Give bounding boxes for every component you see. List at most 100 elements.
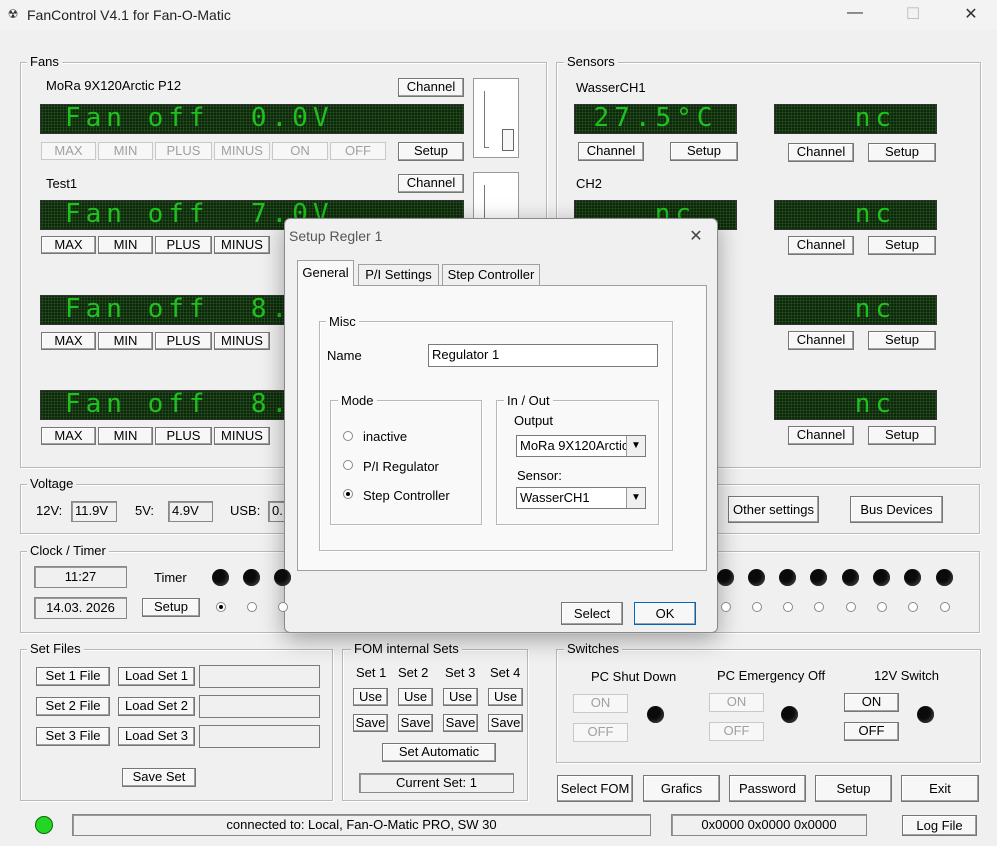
timer-radio[interactable] <box>814 602 824 612</box>
v12-off-button[interactable]: OFF <box>844 722 899 741</box>
sensor1b-setup-button[interactable]: Setup <box>868 143 936 162</box>
mode-pi-label[interactable]: P/I Regulator <box>363 459 439 474</box>
sensor4b-channel-button[interactable]: Channel <box>788 426 854 445</box>
fom-save4-button[interactable]: Save <box>488 714 523 732</box>
fan2-plus-button[interactable]: PLUS <box>155 236 212 254</box>
shutdown-on-button[interactable]: ON <box>573 694 628 713</box>
password-button[interactable]: Password <box>729 775 806 802</box>
fom-save2-button[interactable]: Save <box>398 714 433 732</box>
sensor3b-setup-button[interactable]: Setup <box>868 331 936 350</box>
fan4-minus-button[interactable]: MINUS <box>214 427 270 445</box>
fan1-min-button[interactable]: MIN <box>98 142 153 160</box>
timer-radio[interactable] <box>721 602 731 612</box>
sensor2b-setup-button[interactable]: Setup <box>868 236 936 255</box>
sensor3b-channel-button[interactable]: Channel <box>788 331 854 350</box>
clock-setup-button[interactable]: Setup <box>142 598 200 617</box>
sensor1-setup-button[interactable]: Setup <box>670 142 738 161</box>
fan1-plus-button[interactable]: PLUS <box>155 142 212 160</box>
sensor-select[interactable]: WasserCH1 ▼ <box>516 487 646 509</box>
sensor2b-channel-button[interactable]: Channel <box>788 236 854 255</box>
timer-radio[interactable] <box>877 602 887 612</box>
fom-set-automatic-button[interactable]: Set Automatic <box>382 743 496 762</box>
fan3-max-button[interactable]: MAX <box>41 332 96 350</box>
mode-step-radio[interactable] <box>343 489 353 499</box>
fom-save1-button[interactable]: Save <box>353 714 388 732</box>
fan1-on-button[interactable]: ON <box>272 142 328 160</box>
fan1-slider[interactable] <box>473 78 519 158</box>
set1-path[interactable] <box>199 665 320 688</box>
sensor1b-channel-button[interactable]: Channel <box>788 143 854 162</box>
fan4-plus-button[interactable]: PLUS <box>155 427 212 445</box>
timer-radio[interactable] <box>783 602 793 612</box>
exit-button[interactable]: Exit <box>901 775 979 802</box>
mode-pi-radio[interactable] <box>343 460 353 470</box>
timer-radio[interactable] <box>278 602 288 612</box>
mode-inactive-radio[interactable] <box>343 431 353 441</box>
tab-general[interactable]: General <box>297 260 354 286</box>
fan2-slider[interactable] <box>473 172 519 222</box>
shutdown-off-button[interactable]: OFF <box>573 723 628 742</box>
set3-file-button[interactable]: Set 3 File <box>36 727 110 746</box>
bus-devices-button[interactable]: Bus Devices <box>850 496 943 523</box>
dialog-close-icon[interactable]: ✕ <box>685 226 707 246</box>
fan2-max-button[interactable]: MAX <box>41 236 96 254</box>
main-setup-button[interactable]: Setup <box>815 775 892 802</box>
minimize-icon[interactable]: — <box>840 4 870 26</box>
sensor4b-setup-button[interactable]: Setup <box>868 426 936 445</box>
output-select[interactable]: MoRa 9X120Arctic ▼ <box>516 435 646 457</box>
timer-radio[interactable] <box>940 602 950 612</box>
fan1-max-button[interactable]: MAX <box>41 142 96 160</box>
v12-on-button[interactable]: ON <box>844 693 899 712</box>
timer-radio[interactable] <box>752 602 762 612</box>
fan1-setup-button[interactable]: Setup <box>398 142 464 161</box>
timer-radio[interactable] <box>846 602 856 612</box>
chevron-down-icon[interactable]: ▼ <box>626 488 645 508</box>
timer-radio[interactable] <box>908 602 918 612</box>
timer-led <box>212 569 229 586</box>
fom-use4-button[interactable]: Use <box>488 688 523 706</box>
mode-inactive-label[interactable]: inactive <box>363 429 407 444</box>
close-icon[interactable]: ✕ <box>956 4 986 26</box>
log-file-button[interactable]: Log File <box>902 815 977 836</box>
fan2-channel-button[interactable]: Channel <box>398 174 464 193</box>
mode-step-label[interactable]: Step Controller <box>363 488 450 503</box>
set2-file-button[interactable]: Set 2 File <box>36 697 110 716</box>
fan3-plus-button[interactable]: PLUS <box>155 332 212 350</box>
fan1-slider-thumb[interactable] <box>502 129 514 151</box>
load-set1-button[interactable]: Load Set 1 <box>118 667 195 686</box>
fom-save3-button[interactable]: Save <box>443 714 478 732</box>
dialog-ok-button[interactable]: OK <box>634 602 696 625</box>
select-fom-button[interactable]: Select FOM <box>557 775 633 802</box>
name-input[interactable]: Regulator 1 <box>428 344 658 367</box>
load-set2-button[interactable]: Load Set 2 <box>118 697 195 716</box>
fan2-min-button[interactable]: MIN <box>98 236 153 254</box>
fan3-minus-button[interactable]: MINUS <box>214 332 270 350</box>
emergency-on-button[interactable]: ON <box>709 693 764 712</box>
timer-radio[interactable] <box>216 602 226 612</box>
fan4-min-button[interactable]: MIN <box>98 427 153 445</box>
sensor1-channel-button[interactable]: Channel <box>578 142 644 161</box>
tab-pi-settings[interactable]: P/I Settings <box>358 264 439 285</box>
chevron-down-icon[interactable]: ▼ <box>626 436 645 456</box>
dialog-select-button[interactable]: Select <box>561 602 623 625</box>
fan1-channel-button[interactable]: Channel <box>398 78 464 97</box>
fan1-minus-button[interactable]: MINUS <box>214 142 270 160</box>
emergency-off-button[interactable]: OFF <box>709 722 764 741</box>
fom-use1-button[interactable]: Use <box>353 688 388 706</box>
fom-use2-button[interactable]: Use <box>398 688 433 706</box>
fan3-min-button[interactable]: MIN <box>98 332 153 350</box>
fan1-off-button[interactable]: OFF <box>330 142 386 160</box>
set3-path[interactable] <box>199 725 320 748</box>
save-set-button[interactable]: Save Set <box>122 768 196 787</box>
fan4-max-button[interactable]: MAX <box>41 427 96 445</box>
set2-path[interactable] <box>199 695 320 718</box>
other-settings-button[interactable]: Other settings <box>728 496 819 523</box>
load-set3-button[interactable]: Load Set 3 <box>118 727 195 746</box>
fom-use3-button[interactable]: Use <box>443 688 478 706</box>
grafics-button[interactable]: Grafics <box>643 775 720 802</box>
tab-step-controller[interactable]: Step Controller <box>442 264 540 285</box>
maximize-icon[interactable]: ☐ <box>898 4 928 26</box>
set1-file-button[interactable]: Set 1 File <box>36 667 110 686</box>
timer-radio[interactable] <box>247 602 257 612</box>
fan2-minus-button[interactable]: MINUS <box>214 236 270 254</box>
